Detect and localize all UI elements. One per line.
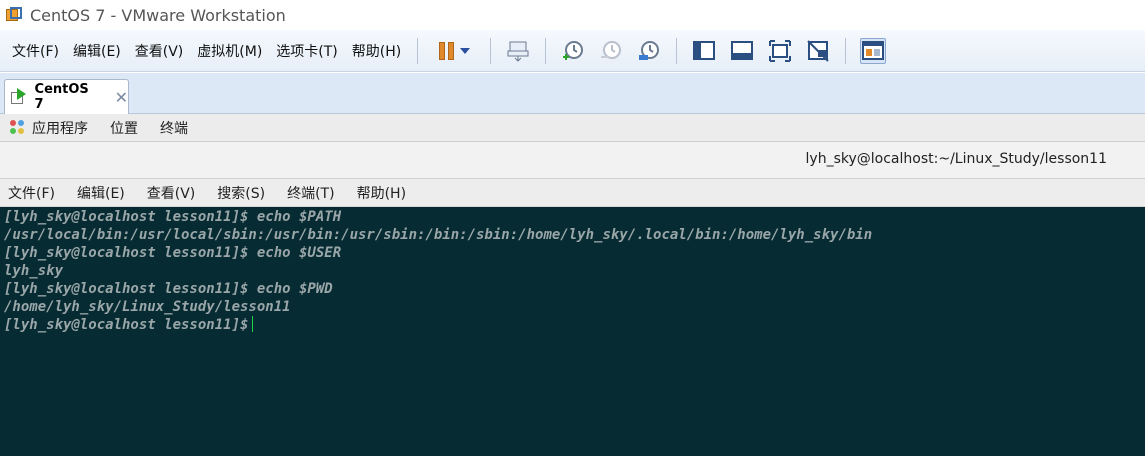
terminal-menubar: 文件(F) 编辑(E) 查看(V) 搜索(S) 终端(T) 帮助(H) (0, 179, 1145, 207)
tab-centos-7[interactable]: CentOS 7 ✕ (4, 79, 129, 114)
menu-help[interactable]: 帮助(H) (346, 41, 407, 61)
show-library-button[interactable] (691, 38, 717, 64)
toolbar-separator (845, 37, 847, 64)
fullscreen-icon (769, 39, 792, 62)
window-title: CentOS 7 - VMware Workstation (30, 5, 286, 25)
vmware-logo-icon (6, 7, 22, 23)
snapshot-manager-icon (639, 40, 660, 60)
terminal-menu-edit[interactable]: 编辑(E) (73, 183, 129, 203)
gnome-terminal-menu[interactable]: 终端 (160, 118, 188, 138)
terminal-menu-terminal[interactable]: 终端(T) (283, 183, 338, 203)
menu-edit[interactable]: 编辑(E) (67, 41, 127, 61)
revert-snapshot-icon (601, 40, 622, 59)
pause-icon (438, 41, 454, 60)
toolbar-separator (490, 37, 492, 64)
menu-vm[interactable]: 虚拟机(M) (191, 41, 268, 61)
applications-icon (10, 119, 26, 136)
close-icon[interactable]: ✕ (115, 88, 128, 107)
terminal-menu-search[interactable]: 搜索(S) (213, 183, 269, 203)
terminal-line: [lyh_sky@localhost lesson11]$ echo $PATH (4, 209, 342, 225)
thumbnail-bar-button[interactable] (729, 38, 755, 64)
tab-strip: CentOS 7 ✕ (0, 73, 1145, 114)
text-cursor (252, 316, 254, 332)
show-library-icon (693, 40, 716, 60)
terminal-window-title: lyh_sky@localhost:~/Linux_Study/lesson11 (805, 151, 1107, 167)
gnome-top-bar: 应用程序 位置 终端 (0, 114, 1145, 142)
menu-view[interactable]: 查看(V) (129, 41, 190, 61)
gnome-places-menu[interactable]: 位置 (110, 118, 138, 138)
toolbar-separator (676, 37, 678, 64)
gnome-applications-menu[interactable]: 应用程序 (32, 118, 88, 138)
terminal-window-header: lyh_sky@localhost:~/Linux_Study/lesson11 (0, 142, 1145, 179)
revert-snapshot-button[interactable] (598, 38, 624, 64)
terminal-menu-file[interactable]: 文件(F) (4, 183, 59, 203)
console-view-icon (862, 40, 885, 60)
menu-tabs[interactable]: 选项卡(T) (270, 41, 343, 61)
unity-button[interactable] (805, 38, 831, 64)
unity-icon (807, 39, 829, 62)
console-view-button[interactable] (860, 37, 887, 64)
terminal-prompt: [lyh_sky@localhost lesson11]$ (4, 317, 249, 333)
window-titlebar: CentOS 7 - VMware Workstation (0, 0, 1145, 30)
toolbar-separator (545, 37, 547, 64)
menu-file[interactable]: 文件(F) (6, 41, 65, 61)
snapshot-manager-button[interactable] (636, 38, 662, 64)
tab-label: CentOS 7 (34, 82, 89, 112)
snapshot-icon (563, 40, 584, 60)
terminal-line: [lyh_sky@localhost lesson11]$ echo $USER (4, 245, 342, 261)
thumbnail-bar-icon (731, 40, 754, 60)
terminal-output[interactable]: [lyh_sky@localhost lesson11]$ echo $PATH… (0, 207, 1145, 456)
terminal-line: [lyh_sky@localhost lesson11]$ echo $PWD (4, 281, 333, 297)
terminal-menu-view[interactable]: 查看(V) (143, 183, 200, 203)
send-ctrl-alt-del-icon (507, 41, 529, 62)
take-snapshot-button[interactable] (560, 38, 586, 64)
vm-icon (11, 88, 29, 106)
terminal-menu-help[interactable]: 帮助(H) (353, 183, 410, 203)
terminal-line: lyh_sky (4, 263, 64, 279)
terminal-line: /home/lyh_sky/Linux_Study/lesson11 (4, 299, 291, 315)
send-ctrl-alt-del-button[interactable] (505, 38, 531, 64)
toolbar-separator (417, 37, 419, 64)
fullscreen-button[interactable] (767, 38, 793, 64)
main-toolbar: 文件(F) 编辑(E) 查看(V) 虚拟机(M) 选项卡(T) 帮助(H) (0, 30, 1145, 72)
terminal-line: /usr/local/bin:/usr/local/sbin:/usr/bin:… (4, 227, 873, 243)
pause-button[interactable] (432, 38, 476, 64)
terminal-prompt-line[interactable]: [lyh_sky@localhost lesson11]$ (4, 316, 1141, 334)
chevron-down-icon[interactable] (459, 47, 470, 54)
